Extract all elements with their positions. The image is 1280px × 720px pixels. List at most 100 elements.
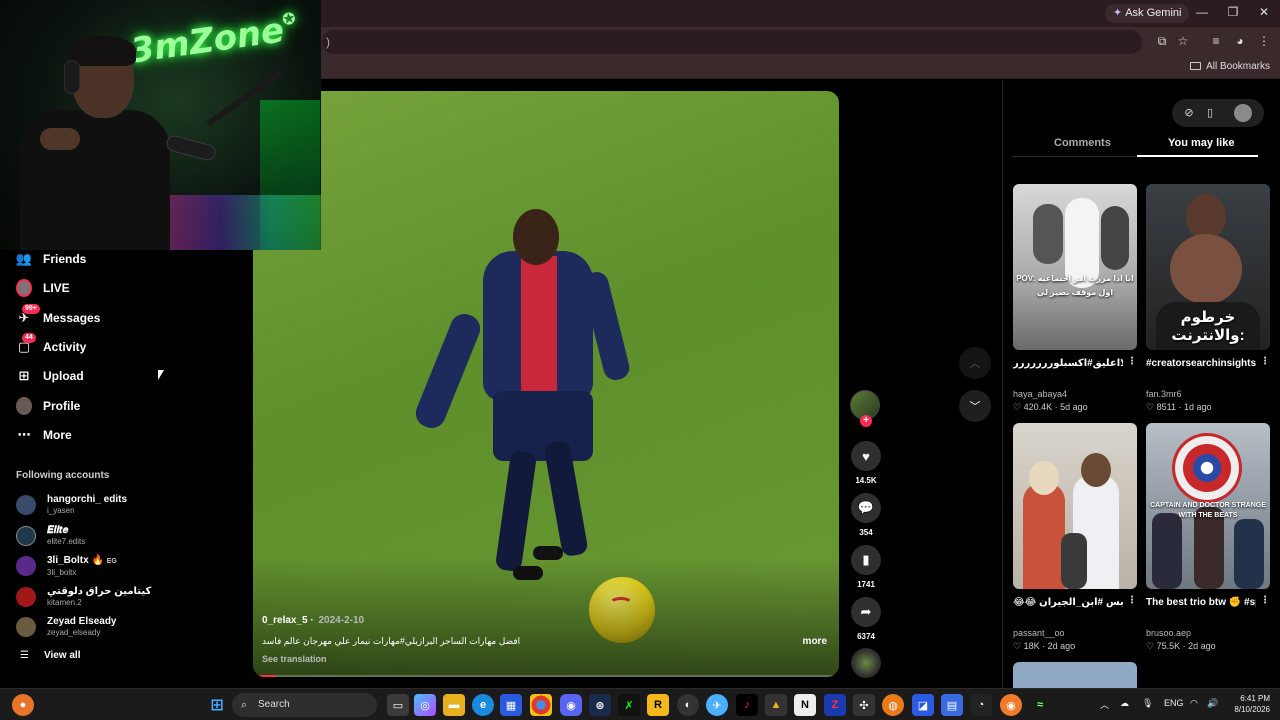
volume-icon[interactable]: 🔊	[1207, 698, 1218, 709]
cloud-icon[interactable]: ☁	[1120, 698, 1129, 709]
app-icon[interactable]: ◉	[1000, 694, 1022, 716]
media-control-icon[interactable]: ≡	[1208, 34, 1224, 48]
video-card-thumbnail[interactable]	[1013, 423, 1137, 589]
store-icon[interactable]: ▦	[500, 694, 522, 716]
video-card-user[interactable]: fan.3mr6	[1146, 389, 1182, 399]
video-author-name: 0_relax_5	[262, 615, 308, 626]
steam-icon[interactable]: ⊛	[589, 694, 611, 716]
language-indicator[interactable]: ENG	[1164, 698, 1184, 708]
music-disc-icon[interactable]	[851, 648, 881, 678]
weather-icon[interactable]: ●	[12, 694, 34, 716]
address-bar[interactable]: )	[322, 30, 1142, 54]
mic-icon[interactable]: 🎙	[1142, 698, 1153, 709]
app-icon[interactable]: ✣	[853, 694, 875, 716]
sidebar-item-more[interactable]: ⋯ More	[16, 424, 72, 446]
rockstar-icon[interactable]: R	[647, 694, 669, 716]
card-age: 1d ago	[1183, 402, 1212, 412]
avatar[interactable]	[1234, 104, 1252, 122]
sidebar-item-profile[interactable]: Profile	[16, 395, 80, 417]
video-card-thumbnail[interactable]	[1013, 662, 1137, 688]
taskbar-clock[interactable]: 6:41 PM 8/10/2026	[1226, 693, 1270, 715]
minimize-icon[interactable]: —	[1192, 5, 1212, 19]
following-account[interactable]: 3li_Boltx 🔥 EG 3li_boltx	[16, 552, 117, 580]
view-all-label: View all	[43, 650, 81, 661]
see-translation-button[interactable]: See translation	[262, 654, 327, 664]
ask-gemini-button[interactable]: ✦ Ask Gemini	[1105, 4, 1190, 23]
app-icon[interactable]: Z	[824, 694, 846, 716]
video-card-thumbnail[interactable]: خرطوم والانترنت:	[1146, 184, 1270, 350]
discord-icon[interactable]: ◉	[560, 694, 582, 716]
video-card-thumbnail[interactable]: POV: انا اذا مررت امر اجتماعيه اول موقف …	[1013, 184, 1137, 350]
notion-icon[interactable]: N	[794, 694, 816, 716]
video-player[interactable]: 0_relax_5 · 2024-2-10 افضل مهارات الساحر…	[253, 91, 839, 677]
video-card-caption[interactable]: #creatorsearchinsights خرطوم_البابا_دوت#…	[1146, 356, 1256, 371]
card-more-icon[interactable]: ⋮	[1260, 595, 1270, 606]
friends-icon: 👥	[15, 251, 33, 266]
compass-icon[interactable]: ⊘	[1182, 106, 1196, 119]
profile-avatar-icon[interactable]: ◕	[1232, 34, 1248, 48]
video-progress-bar[interactable]	[253, 675, 839, 677]
all-bookmarks-button[interactable]: All Bookmarks	[1190, 61, 1270, 72]
tab-you-may-like[interactable]: You may like	[1168, 137, 1234, 149]
card-more-icon[interactable]: ⋮	[1260, 356, 1270, 367]
close-icon[interactable]: ✕	[1254, 5, 1274, 19]
view-all-button[interactable]: ☰ View all	[20, 650, 80, 661]
xbox-icon[interactable]: ✗	[618, 694, 640, 716]
video-card-user[interactable]: passant__oo	[1013, 628, 1065, 638]
blender-icon[interactable]: ◍	[882, 694, 904, 716]
app-icon[interactable]: ◪	[912, 694, 934, 716]
previous-video-button[interactable]: ︿	[959, 347, 991, 379]
telegram-icon[interactable]: ✈	[706, 694, 728, 716]
bookmark-star-icon[interactable]: ☆	[1175, 34, 1191, 48]
share-button[interactable]: ➦	[851, 597, 881, 627]
video-card-user[interactable]: brusoo.aep	[1146, 628, 1191, 638]
app-icon[interactable]: ▲	[765, 694, 787, 716]
task-view-icon[interactable]: ▭	[387, 694, 409, 716]
video-author[interactable]: 0_relax_5 · 2024-2-10	[262, 615, 364, 626]
account-name: 𝑬𝒍𝒊𝒕𝒆	[47, 525, 69, 536]
video-card-caption[interactable]: The best trio btw ✊ #spiderman...	[1146, 595, 1256, 610]
following-account[interactable]: كيتامين حراق دلوقتي kitamen.2	[16, 583, 151, 611]
card-more-icon[interactable]: ⋮	[1127, 356, 1137, 367]
browser-menu-icon[interactable]: ⋮	[1256, 34, 1272, 48]
edge-icon[interactable]: e	[472, 694, 494, 716]
video-card-caption[interactable]: لااعليق#اكسبلوررررررر #parati #انتشار_سر…	[1013, 356, 1123, 371]
tray-expand-icon[interactable]: ︿	[1100, 698, 1109, 711]
follow-plus-icon[interactable]: +	[860, 415, 872, 427]
account-name-text: 3li_Boltx	[47, 554, 89, 566]
taskbar-search[interactable]: ⌕ Search	[232, 693, 377, 717]
sidebar-item-messages[interactable]: ✈ 99+ Messages	[16, 304, 100, 329]
video-more-button[interactable]: more	[803, 636, 827, 647]
video-card-thumbnail[interactable]: CAPTAIN AND DOCTOR STRANGE WITH THE BEAT…	[1146, 423, 1270, 589]
terminal-icon[interactable]: ≈	[1029, 694, 1051, 716]
sidebar-item-activity[interactable]: ▢ 44 Activity	[16, 333, 86, 358]
chrome-icon[interactable]	[530, 694, 552, 716]
next-video-button[interactable]: ﹀	[959, 390, 991, 422]
windows-start-icon[interactable]: ⊞	[206, 694, 228, 716]
save-button[interactable]: ▮	[851, 545, 881, 575]
sidebar-item-friends[interactable]: 👥 Friends	[16, 248, 86, 270]
comment-button[interactable]: 💬	[851, 493, 881, 523]
copilot-icon[interactable]: ◎	[414, 694, 436, 716]
wifi-icon[interactable]: ◠	[1190, 698, 1198, 709]
like-button[interactable]: ♥	[851, 441, 881, 471]
notepad-icon[interactable]: ▤	[941, 694, 963, 716]
tiktok-icon[interactable]: ♪	[736, 694, 758, 716]
app-icon[interactable]: ◔	[970, 694, 992, 716]
file-explorer-icon[interactable]: ▬	[443, 694, 465, 716]
github-icon[interactable]: ◐	[677, 694, 699, 716]
video-card-caption[interactable]: 😂😂 ربنا يحنلك يارب 😂😂 #بس #ابن_الجيران..…	[1013, 595, 1123, 610]
restore-icon[interactable]: ❐	[1223, 5, 1243, 19]
tab-comments[interactable]: Comments	[1054, 137, 1111, 149]
sidebar-item-upload[interactable]: ⊞ Upload	[16, 365, 84, 387]
video-card-user[interactable]: haya_abaya4	[1013, 389, 1067, 399]
install-app-icon[interactable]: ⧉	[1154, 34, 1170, 49]
upload-icon: ⊞	[18, 368, 30, 383]
following-account[interactable]: hangorchi_ edits i_yasen	[16, 491, 127, 519]
following-account[interactable]: 𝑬𝒍𝒊𝒕𝒆 elite7.edits	[16, 522, 85, 550]
sidebar-item-live[interactable]: LIVE	[16, 277, 70, 299]
video-card-stats: ♡ 75.5K · 2d ago	[1146, 641, 1216, 651]
mobile-icon[interactable]: ▯	[1203, 106, 1217, 119]
card-more-icon[interactable]: ⋮	[1127, 595, 1137, 606]
following-account[interactable]: Zeyad Elseady zeyad_elseady	[16, 613, 116, 641]
